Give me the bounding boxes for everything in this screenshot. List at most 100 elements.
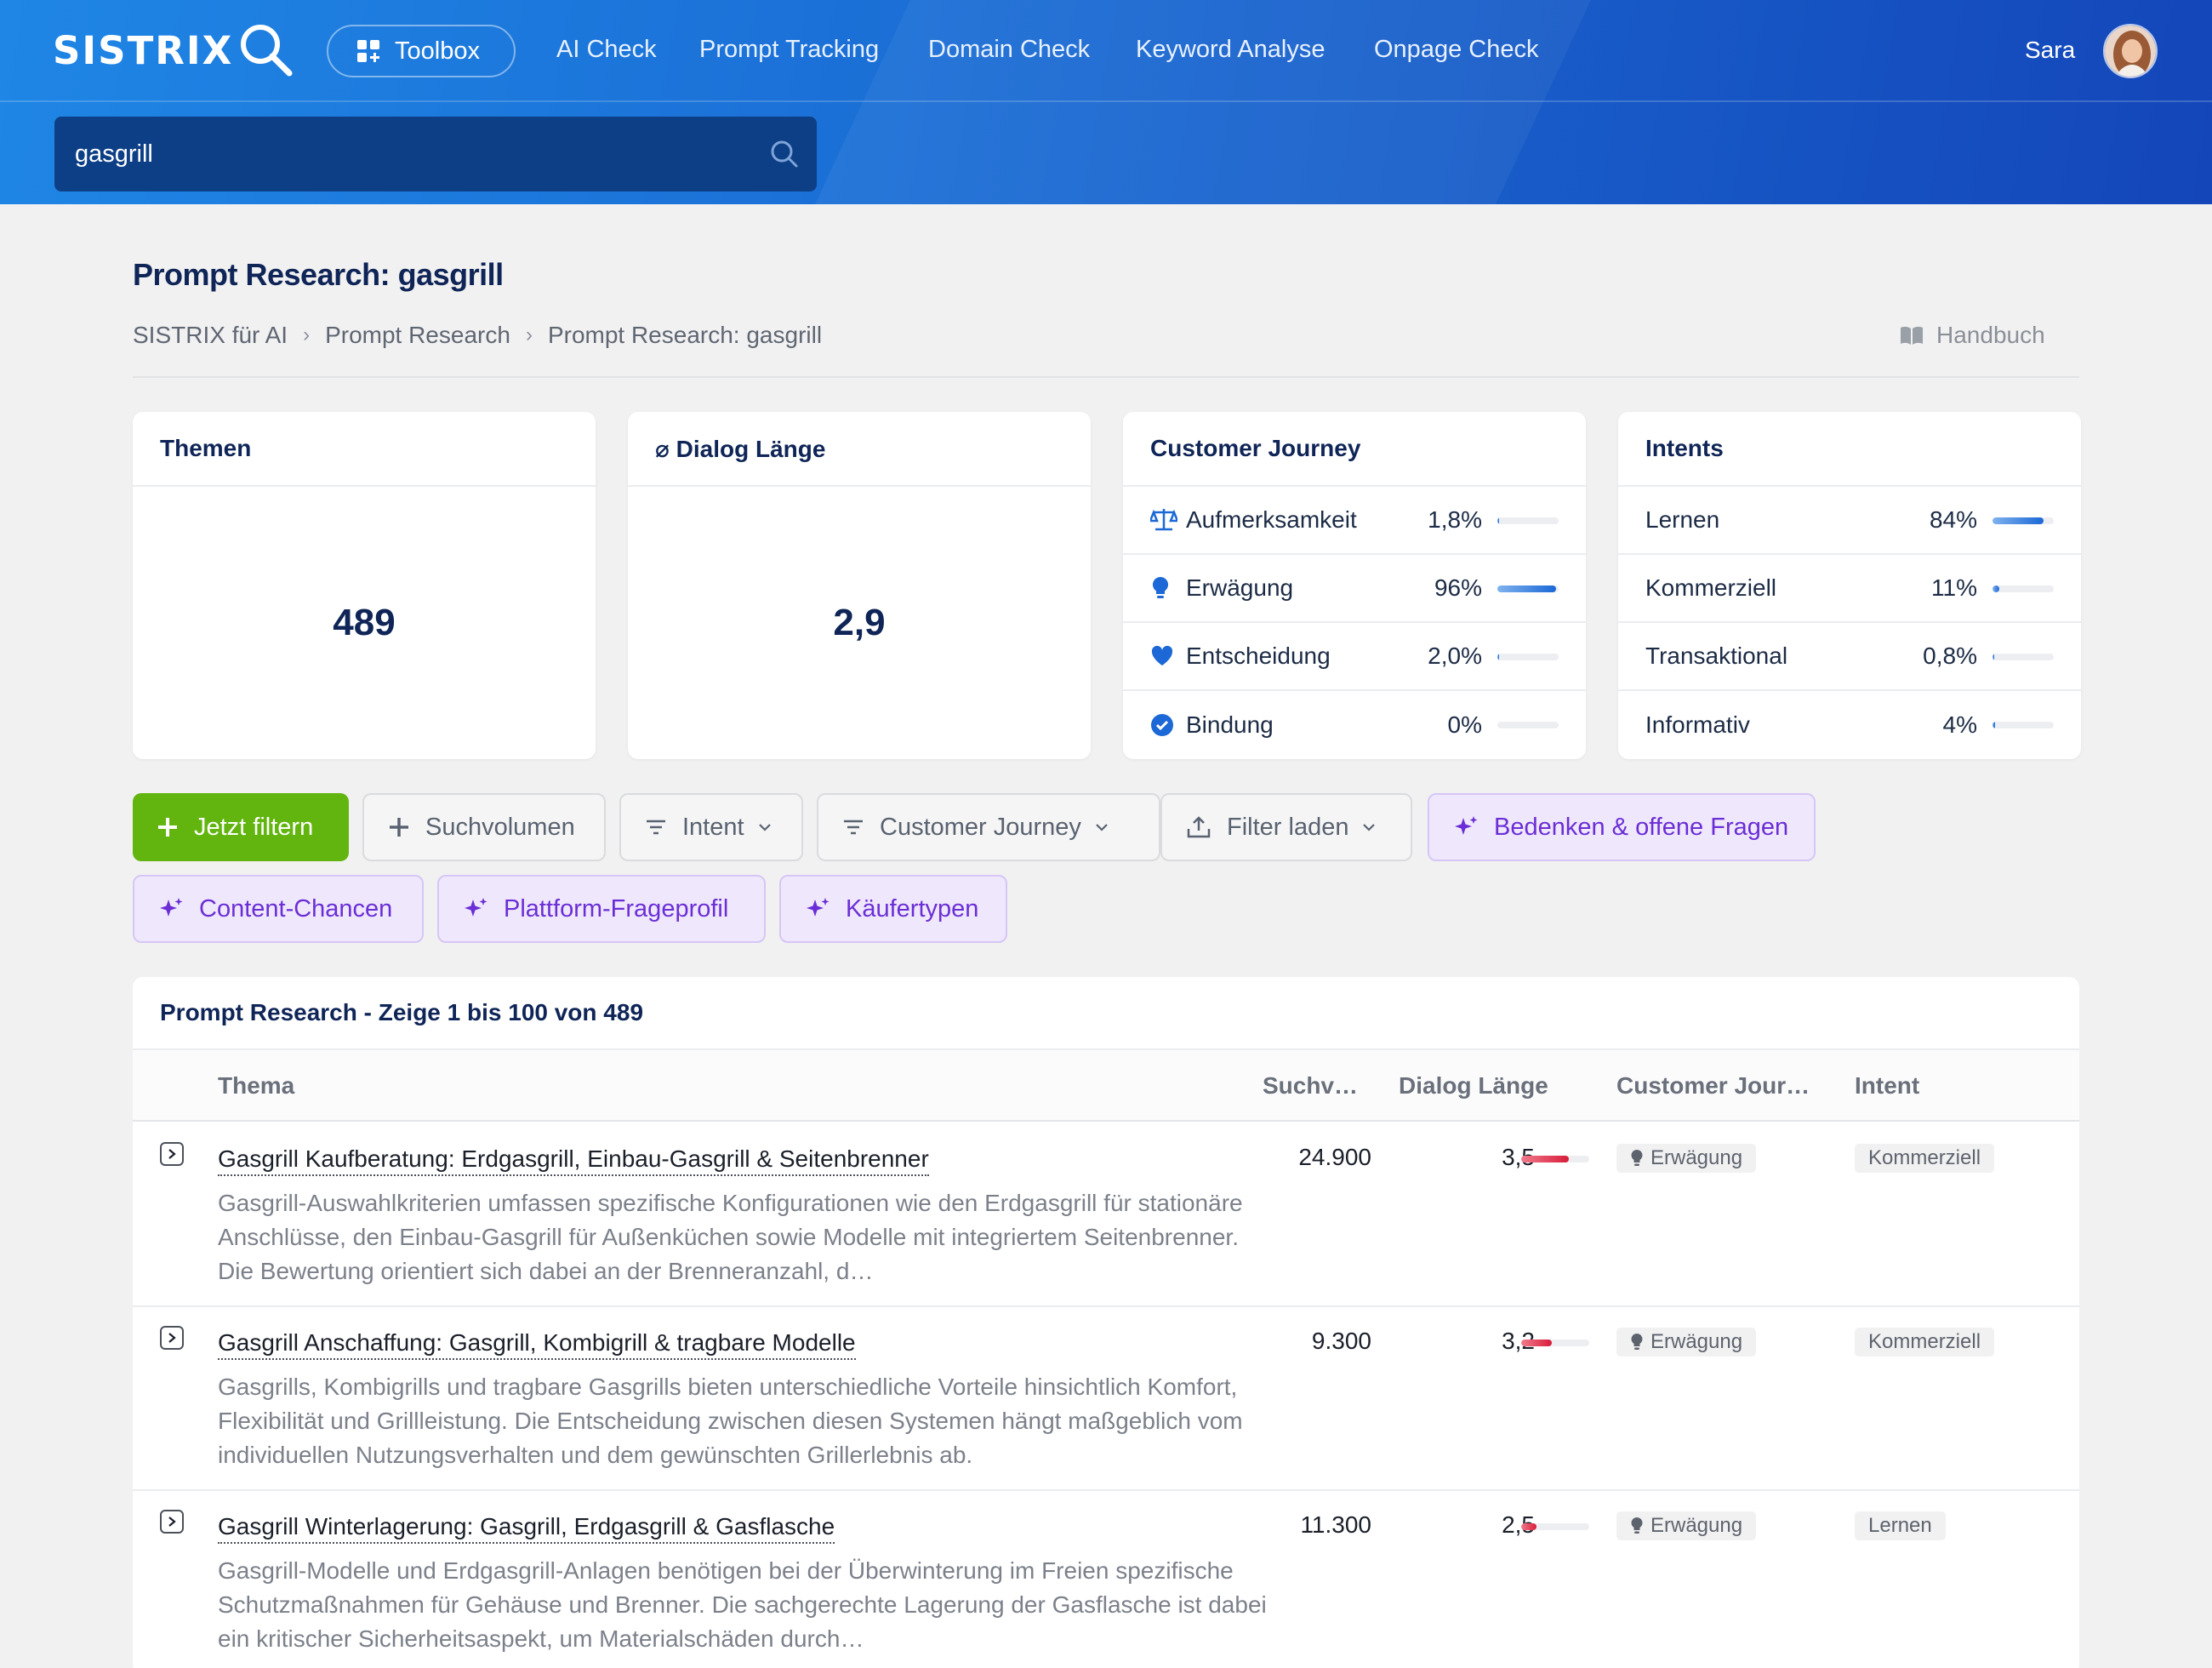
- column-header-thema[interactable]: Thema: [218, 1050, 294, 1122]
- journey-label: Erwägung: [1186, 574, 1294, 601]
- intent-row-lernen[interactable]: Lernen 84%: [1618, 487, 2081, 555]
- column-header-dialog-laenge[interactable]: Dialog Länge: [1399, 1050, 1548, 1122]
- lightbulb-icon: [1630, 1517, 1644, 1535]
- column-header-suchvolumen[interactable]: Suchv…: [1263, 1050, 1358, 1122]
- row-description: Gasgrills, Kombigrills und tragbare Gasg…: [218, 1374, 1243, 1468]
- intent-row-kommerziell[interactable]: Kommerziell 11%: [1618, 555, 2081, 623]
- nav-onpage-check[interactable]: Onpage Check: [1374, 36, 1538, 64]
- search-input[interactable]: gasgrill: [75, 140, 153, 169]
- card-themen-title: Themen: [133, 412, 596, 487]
- journey-badge: Erwägung: [1616, 1328, 1757, 1357]
- row-dialog-bar: [1521, 1523, 1589, 1530]
- intent-value: 11%: [1931, 574, 1977, 601]
- column-header-customer-journey[interactable]: Customer Jour…: [1616, 1050, 1810, 1122]
- sparkle-icon: [1453, 814, 1479, 840]
- logo-text: SISTRIX: [53, 27, 234, 73]
- customer-journey-filter-button[interactable]: Customer Journey: [817, 793, 1160, 861]
- expand-row-button[interactable]: [160, 1510, 184, 1534]
- sistrix-logo[interactable]: SISTRIX: [53, 20, 296, 80]
- journey-bar-fill: [1497, 586, 1557, 592]
- intent-value: 4%: [1942, 711, 1977, 738]
- breadcrumb-item-sistrix-ai[interactable]: SISTRIX für AI: [133, 322, 288, 349]
- check-circle-icon: [1150, 713, 1177, 737]
- journey-value: 1,8%: [1428, 506, 1482, 533]
- journey-value: 96%: [1434, 574, 1482, 601]
- intent-bar-fill: [1993, 722, 1995, 728]
- expand-row-button[interactable]: [160, 1326, 184, 1350]
- intent-bar-fill: [1993, 517, 2044, 524]
- intent-row-informativ[interactable]: Informativ 4%: [1618, 691, 2081, 759]
- ai-buyer-types-label: Käufertypen: [846, 894, 979, 923]
- row-dialog-bar: [1521, 1156, 1589, 1162]
- nav-domain-check[interactable]: Domain Check: [928, 36, 1090, 64]
- table-row: Gasgrill Kaufberatung: Erdgasgrill, Einb…: [133, 1123, 2079, 1307]
- upload-tray-icon: [1186, 815, 1211, 839]
- card-themen: Themen 489: [133, 412, 596, 759]
- load-filter-button[interactable]: Filter laden: [1160, 793, 1412, 861]
- intent-label: Kommerziell: [1645, 574, 1777, 601]
- app-header: SISTRIX Toolbox AI Check Prompt Tracking…: [0, 0, 2212, 204]
- filter-lines-icon: [842, 819, 864, 836]
- search-field[interactable]: gasgrill: [54, 117, 817, 191]
- nav-ai-check[interactable]: AI Check: [556, 36, 657, 64]
- table-row: Gasgrill Anschaffung: Gasgrill, Kombigri…: [133, 1307, 2079, 1491]
- customer-journey-filter-label: Customer Journey: [880, 813, 1081, 841]
- expand-row-button[interactable]: [160, 1142, 184, 1166]
- manual-label: Handbuch: [1936, 322, 2045, 348]
- load-filter-label: Filter laden: [1227, 813, 1349, 841]
- nav-keyword-analyse[interactable]: Keyword Analyse: [1136, 36, 1325, 64]
- intent-bar: [1993, 586, 2054, 592]
- book-icon: [1899, 324, 1924, 346]
- row-title-link[interactable]: Gasgrill Winterlagerung: Gasgrill, Erdga…: [218, 1513, 835, 1544]
- ai-content-chances-label: Content-Chancen: [199, 894, 393, 923]
- intent-label: Lernen: [1645, 506, 1720, 533]
- nav-prompt-tracking[interactable]: Prompt Tracking: [699, 36, 879, 64]
- search-volume-label: Suchvolumen: [425, 813, 575, 841]
- apply-filter-button[interactable]: Jetzt filtern: [133, 793, 349, 861]
- ai-concerns-label: Bedenken & offene Fragen: [1494, 813, 1789, 841]
- chevron-down-icon: [1095, 823, 1109, 831]
- ai-buyer-types-button[interactable]: Käufertypen: [779, 875, 1007, 943]
- ai-content-chances-button[interactable]: Content-Chancen: [133, 875, 424, 943]
- intent-bar-fill: [1993, 586, 1999, 592]
- intent-bar: [1993, 654, 2054, 660]
- row-title-link[interactable]: Gasgrill Kaufberatung: Erdgasgrill, Einb…: [218, 1145, 929, 1176]
- search-volume-filter-button[interactable]: Suchvolumen: [362, 793, 606, 861]
- card-journey-title: Customer Journey: [1123, 412, 1586, 487]
- user-name[interactable]: Sara: [2025, 37, 2075, 64]
- intent-bar: [1993, 517, 2054, 524]
- row-dialog-bar-fill: [1521, 1523, 1536, 1530]
- journey-row-entscheidung[interactable]: Entscheidung 2,0%: [1123, 623, 1586, 691]
- journey-row-bindung[interactable]: Bindung 0%: [1123, 691, 1586, 759]
- scale-icon: [1150, 507, 1177, 533]
- apply-filter-label: Jetzt filtern: [194, 813, 314, 841]
- journey-bar-fill: [1497, 517, 1500, 524]
- row-title-link[interactable]: Gasgrill Anschaffung: Gasgrill, Kombigri…: [218, 1329, 856, 1360]
- toolbox-button[interactable]: Toolbox: [327, 25, 516, 77]
- intent-row-transaktional[interactable]: Transaktional 0,8%: [1618, 623, 2081, 691]
- user-avatar[interactable]: [2103, 24, 2158, 78]
- breadcrumb-item-prompt-research[interactable]: Prompt Research: [325, 322, 510, 349]
- breadcrumb-item-current: Prompt Research: gasgrill: [547, 322, 823, 348]
- plus-icon: [157, 816, 179, 838]
- toolbox-label: Toolbox: [395, 37, 480, 65]
- journey-row-aufmerksamkeit[interactable]: Aufmerksamkeit 1,8%: [1123, 487, 1586, 555]
- intent-label: Informativ: [1645, 711, 1750, 738]
- manual-link[interactable]: Handbuch: [1899, 322, 2045, 349]
- heart-icon: [1150, 645, 1177, 667]
- row-description: Gasgrill-Auswahlkriterien umfassen spezi…: [218, 1190, 1243, 1284]
- journey-badge-label: Erwägung: [1650, 1330, 1743, 1353]
- lightbulb-icon: [1630, 1149, 1644, 1168]
- intent-filter-button[interactable]: Intent: [619, 793, 803, 861]
- search-icon[interactable]: [767, 137, 801, 171]
- intent-filter-label: Intent: [682, 813, 744, 841]
- journey-badge: Erwägung: [1616, 1511, 1757, 1540]
- chevron-down-icon: [758, 823, 772, 831]
- ai-platform-profile-button[interactable]: Plattform-Frageprofil: [437, 875, 766, 943]
- row-dialog-bar-fill: [1521, 1340, 1552, 1346]
- breadcrumb: SISTRIX für AI › Prompt Research › Promp…: [133, 322, 822, 349]
- journey-row-erwaegung[interactable]: Erwägung 96%: [1123, 555, 1586, 623]
- ai-concerns-button[interactable]: Bedenken & offene Fragen: [1428, 793, 1816, 861]
- divider: [133, 376, 2079, 378]
- column-header-intent[interactable]: Intent: [1855, 1050, 1919, 1122]
